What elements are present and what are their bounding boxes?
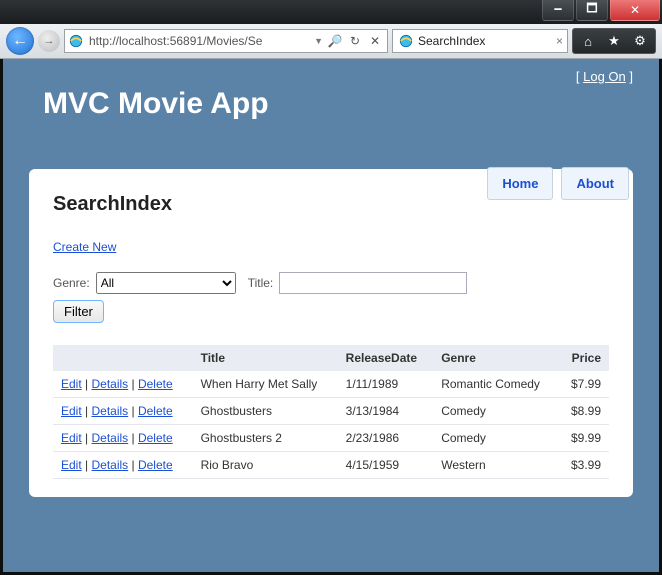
address-input[interactable]	[87, 33, 310, 49]
delete-link[interactable]: Delete	[138, 431, 173, 445]
nav-home-link[interactable]: Home	[487, 167, 553, 200]
filter-button[interactable]: Filter	[53, 300, 104, 323]
favorites-icon[interactable]: ★	[605, 33, 623, 49]
cell-date: 4/15/1959	[338, 452, 434, 479]
page-viewport: [ Log On ] MVC Movie App Home About Sear…	[3, 59, 659, 572]
create-new-link[interactable]: Create New	[53, 240, 116, 254]
ie-logo-icon	[399, 34, 413, 48]
cell-actions: Edit | Details | Delete	[53, 371, 193, 398]
cell-genre: Comedy	[433, 425, 558, 452]
delete-link[interactable]: Delete	[138, 404, 173, 418]
title-label: Title:	[248, 276, 274, 290]
nav-forward-button[interactable]: →	[38, 30, 60, 52]
cell-date: 3/13/1984	[338, 398, 434, 425]
content-panel: SearchIndex Create New Genre: All Title:…	[29, 169, 633, 497]
cell-price: $8.99	[559, 398, 609, 425]
tab-close-button[interactable]: ×	[556, 34, 563, 48]
window-titlebar[interactable]: 🗕 🗖 ✕	[0, 0, 662, 24]
table-row: Edit | Details | DeleteGhostbusters3/13/…	[53, 398, 609, 425]
cell-price: $7.99	[559, 371, 609, 398]
edit-link[interactable]: Edit	[61, 431, 82, 445]
table-row: Edit | Details | DeleteRio Bravo4/15/195…	[53, 452, 609, 479]
genre-select[interactable]: All	[96, 272, 236, 294]
tab-title: SearchIndex	[418, 34, 485, 48]
col-date: ReleaseDate	[338, 345, 434, 371]
table-row: Edit | Details | DeleteWhen Harry Met Sa…	[53, 371, 609, 398]
cell-date: 2/23/1986	[338, 425, 434, 452]
cell-price: $9.99	[559, 425, 609, 452]
window-minimize-button[interactable]: 🗕	[542, 0, 574, 21]
cell-title: When Harry Met Sally	[193, 371, 338, 398]
cell-title: Rio Bravo	[193, 452, 338, 479]
cell-title: Ghostbusters 2	[193, 425, 338, 452]
logon-area: [ Log On ]	[576, 69, 633, 84]
ie-logo-icon	[69, 34, 83, 48]
nav-back-button[interactable]: ←	[6, 27, 34, 55]
gear-icon[interactable]: ⚙	[631, 33, 649, 49]
cell-genre: Comedy	[433, 398, 558, 425]
window-maximize-button[interactable]: 🗖	[576, 0, 608, 21]
cell-actions: Edit | Details | Delete	[53, 452, 193, 479]
home-icon[interactable]: ⌂	[579, 34, 597, 49]
edit-link[interactable]: Edit	[61, 377, 82, 391]
stop-icon[interactable]: ✕	[367, 34, 383, 48]
movies-table: Title ReleaseDate Genre Price Edit | Det…	[53, 345, 609, 479]
delete-link[interactable]: Delete	[138, 458, 173, 472]
genre-label: Genre:	[53, 276, 90, 290]
delete-link[interactable]: Delete	[138, 377, 173, 391]
details-link[interactable]: Details	[91, 431, 128, 445]
details-link[interactable]: Details	[91, 404, 128, 418]
bracket-right: ]	[626, 69, 633, 84]
details-link[interactable]: Details	[91, 458, 128, 472]
col-title: Title	[193, 345, 338, 371]
cell-actions: Edit | Details | Delete	[53, 398, 193, 425]
app-title: MVC Movie App	[43, 87, 659, 121]
edit-link[interactable]: Edit	[61, 404, 82, 418]
cell-date: 1/11/1989	[338, 371, 434, 398]
cell-genre: Romantic Comedy	[433, 371, 558, 398]
browser-window: 🗕 🗖 ✕ ← → ▼ 🔍 ↻ ✕ SearchIndex × ⌂ ★ ⚙ [ …	[0, 0, 662, 575]
refresh-icon[interactable]: ↻	[347, 34, 363, 48]
browser-tools: ⌂ ★ ⚙	[572, 28, 656, 54]
title-input[interactable]	[279, 272, 467, 294]
cell-price: $3.99	[559, 452, 609, 479]
dropdown-icon[interactable]: ▼	[314, 36, 323, 46]
filter-row: Genre: All Title:	[53, 272, 609, 294]
details-link[interactable]: Details	[91, 377, 128, 391]
cell-actions: Edit | Details | Delete	[53, 425, 193, 452]
table-row: Edit | Details | DeleteGhostbusters 22/2…	[53, 425, 609, 452]
search-icon[interactable]: 🔍	[327, 34, 343, 48]
browser-navbar: ← → ▼ 🔍 ↻ ✕ SearchIndex × ⌂ ★ ⚙	[0, 24, 662, 59]
nav-tabs: Home About	[487, 167, 629, 200]
col-genre: Genre	[433, 345, 558, 371]
cell-title: Ghostbusters	[193, 398, 338, 425]
edit-link[interactable]: Edit	[61, 458, 82, 472]
col-price: Price	[559, 345, 609, 371]
table-header-row: Title ReleaseDate Genre Price	[53, 345, 609, 371]
nav-about-link[interactable]: About	[561, 167, 629, 200]
browser-tab[interactable]: SearchIndex ×	[392, 29, 568, 53]
logon-link[interactable]: Log On	[583, 69, 626, 84]
cell-genre: Western	[433, 452, 558, 479]
window-close-button[interactable]: ✕	[610, 0, 660, 21]
col-actions	[53, 345, 193, 371]
address-bar[interactable]: ▼ 🔍 ↻ ✕	[64, 29, 388, 53]
